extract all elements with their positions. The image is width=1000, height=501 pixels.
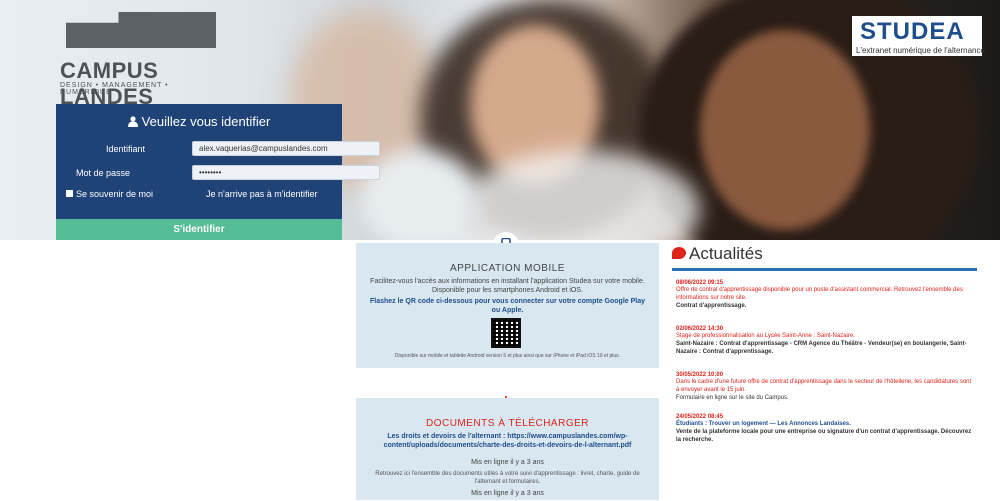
news-divider [672,268,977,271]
mobile-text-1: Facilitez-vous l'accès aux informations … [370,278,645,294]
user-icon [127,115,138,127]
building-icon [66,12,216,48]
photo-shirt-left [360,150,480,240]
password-label: Mot de passe [76,168,131,178]
studea-logo: STUDEA L'extranet numérique de l'alterna… [852,16,985,56]
documents-meta: Mis en ligne il y a 3 ans [471,459,544,466]
news-text: Stage de professionnalisation au Lycée S… [676,333,855,339]
news-tail: Formulaire en ligne sur le site du Campu… [676,395,789,401]
news-tail: Saint-Nazaire : Contrat d'apprentissage … [676,341,967,355]
remember-label: Se souvenir de moi [76,189,154,199]
mobile-text-3: Disponible sur mobile et tablette Androi… [394,353,621,359]
forgot-link[interactable]: Je n'arrive pas à m'identifier [206,189,318,199]
studea-title: STUDEA [860,18,965,45]
login-button[interactable]: S'identifier [56,219,342,240]
logo-subtitle: DESIGN • MANAGEMENT • NUMÉRIQUE [60,82,169,96]
documents-panel: DOCUMENTS À TÉLÉCHARGER Les droits et de… [356,398,659,500]
news-item[interactable]: 02/06/2022 14:30 Stage de professionnali… [676,326,976,356]
news-text: Dans le cadre d'une future offre de cont… [676,379,972,393]
login-heading-text: Veuillez vous identifier [141,114,271,129]
identifiant-label: Identifiant [106,144,146,154]
login-heading: Veuillez vous identifier [56,114,342,129]
news-tail: Contrat d'apprentissage. [676,303,747,309]
qr-code [491,318,521,348]
news-tail: Vente de la plateforme locale pour une e… [676,429,972,443]
photo-person-right [700,30,870,230]
news-item[interactable]: 24/05/2022 08:45 Étudiants : Trouver un … [676,414,976,444]
documents-title: DOCUMENTS À TÉLÉCHARGER [425,418,589,429]
speech-bubble-icon [672,247,686,259]
password-input[interactable]: •••••••• [192,165,380,180]
news-heading: Actualités [672,244,763,264]
news-text: Étudiants : Trouver un logement — Les An… [676,421,851,427]
documents-text: Retrouvez ici l'ensemble des documents u… [375,471,640,485]
news-item[interactable]: 30/05/2022 10:00 Dans le cadre d'une fut… [676,372,976,402]
remember-checkbox[interactable] [66,190,73,197]
mobile-title: APPLICATION MOBILE [450,263,565,274]
identifiant-input[interactable]: alex.vaquerias@campuslandes.com [192,141,380,156]
mobile-text-2: Flashez le QR code ci-dessous pour vous … [369,298,646,314]
news-heading-text: Actualités [689,244,763,263]
documents-link[interactable]: Les droits et devoirs de l'alternant : h… [366,432,649,450]
remember-me[interactable]: Se souvenir de moi [66,189,153,199]
mobile-app-panel: APPLICATION MOBILE Facilitez-vous l'accè… [356,243,659,368]
news-item[interactable]: 08/06/2022 09:15 Offre de contrat d'appr… [676,280,976,310]
studea-subtitle: L'extranet numérique de l'alternance [856,46,985,55]
campus-landes-logo: CAMPUS LANDES DESIGN • MANAGEMENT • NUMÉ… [60,12,220,109]
documents-meta-2: Mis en ligne il y a 3 ans [471,490,544,497]
news-text: Offre de contrat d'apprentissage disponi… [676,287,963,301]
